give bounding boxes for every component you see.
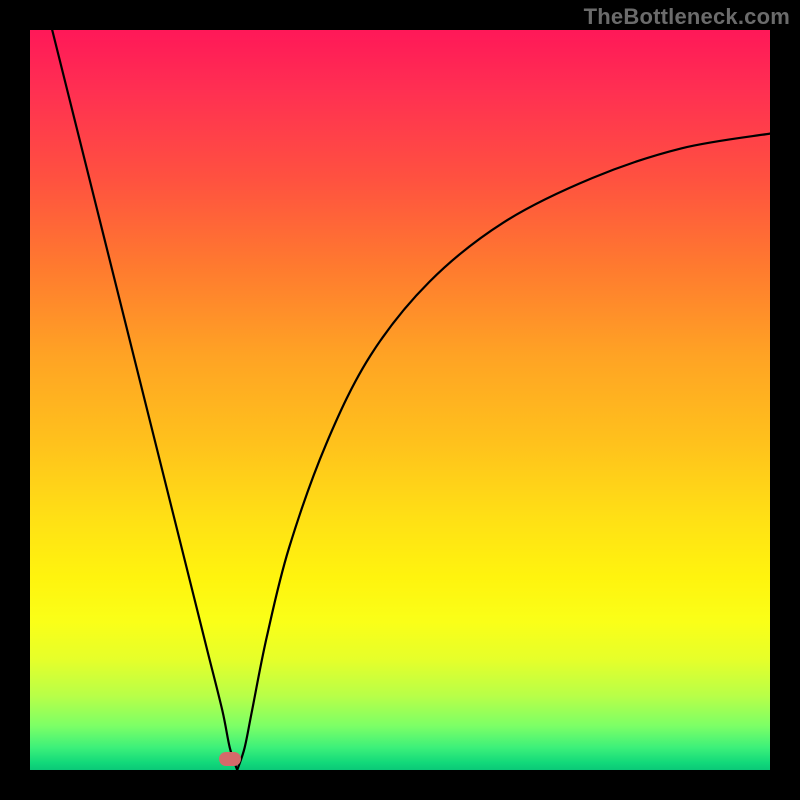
minimum-marker xyxy=(219,752,241,766)
watermark-text: TheBottleneck.com xyxy=(584,4,790,30)
plot-area xyxy=(30,30,770,770)
chart-frame: TheBottleneck.com xyxy=(0,0,800,800)
bottleneck-curve xyxy=(30,30,770,770)
